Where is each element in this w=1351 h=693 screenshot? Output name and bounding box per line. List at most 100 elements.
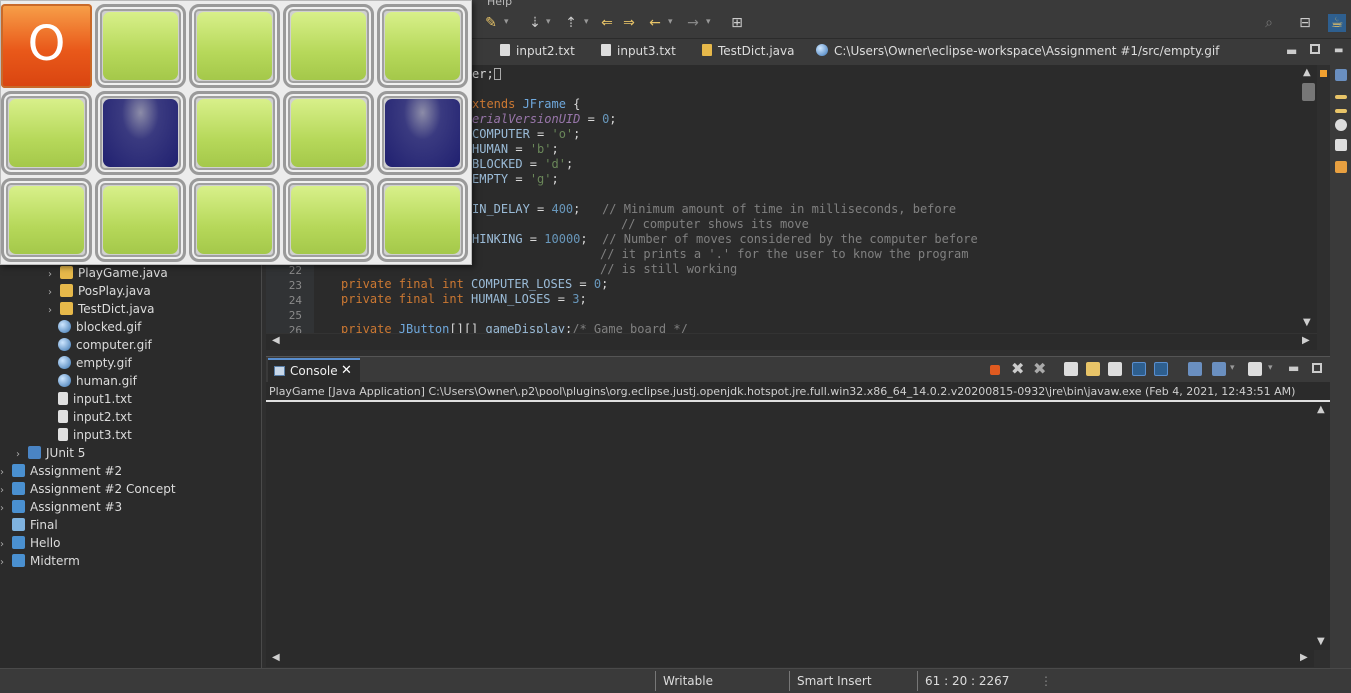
empty-tile[interactable] xyxy=(283,4,374,88)
blocked-tile[interactable] xyxy=(377,91,468,175)
scroll-up-icon[interactable]: ▲ xyxy=(1317,404,1325,415)
scroll-left-icon[interactable]: ◀ xyxy=(272,652,280,663)
tree-item[interactable]: computer.gif xyxy=(46,338,152,352)
warning-marker[interactable] xyxy=(1320,70,1327,77)
tree-item[interactable]: › Hello xyxy=(0,536,60,550)
tree-item[interactable]: › PlayGame.java xyxy=(48,266,168,280)
tree-item[interactable]: › Assignment #2 Concept xyxy=(0,482,176,496)
open-perspective-icon[interactable]: ⊟ xyxy=(1296,14,1314,32)
javadoc-icon[interactable] xyxy=(1335,119,1347,131)
task-list-icon[interactable] xyxy=(1335,109,1347,113)
java-perspective-icon[interactable]: ☕ xyxy=(1328,14,1346,32)
empty-tile[interactable] xyxy=(95,4,186,88)
minimize-icon[interactable]: ▬ xyxy=(1334,45,1343,56)
chevron-down-icon[interactable]: ▾ xyxy=(504,17,509,27)
scroll-up-icon[interactable]: ▲ xyxy=(1303,67,1311,78)
tree-item[interactable]: input2.txt xyxy=(46,410,132,424)
clear-console-icon[interactable] xyxy=(1064,362,1078,376)
highlight-icon[interactable]: ✎ xyxy=(482,14,500,32)
scroll-down-icon[interactable]: ▼ xyxy=(1317,636,1325,647)
status-more-icon[interactable]: ⋮ xyxy=(1040,674,1052,688)
tree-item[interactable]: › JUnit 5 xyxy=(16,446,85,460)
tree-item[interactable]: › Midterm xyxy=(0,554,80,568)
chevron-right-icon[interactable]: › xyxy=(0,503,12,514)
editor-horizontal-scrollbar[interactable]: ◀ ▶ xyxy=(266,333,1317,350)
remove-launch-icon[interactable]: ✖ xyxy=(1011,359,1024,378)
minimize-icon[interactable]: ▬ xyxy=(1286,44,1297,58)
show-on-stderr-icon[interactable] xyxy=(1154,362,1168,376)
tree-item[interactable]: blocked.gif xyxy=(46,320,141,334)
tree-item[interactable]: Final xyxy=(0,518,58,532)
chevron-right-icon[interactable]: › xyxy=(0,485,12,496)
show-on-stdout-icon[interactable] xyxy=(1132,362,1146,376)
scroll-right-icon[interactable]: ▶ xyxy=(1300,652,1308,663)
tree-item[interactable]: input3.txt xyxy=(46,428,132,442)
chevron-right-icon[interactable]: › xyxy=(48,269,60,280)
empty-tile[interactable] xyxy=(1,178,92,262)
tree-item[interactable]: › TestDict.java xyxy=(48,302,154,316)
last-edit-back-icon[interactable]: ⇐ xyxy=(598,14,616,32)
back-icon[interactable]: ← xyxy=(646,14,664,32)
remove-all-launches-icon[interactable]: ✖ xyxy=(1033,359,1046,378)
console-vertical-scrollbar[interactable]: ▲ ▼ xyxy=(1314,402,1330,650)
computer-tile[interactable]: O xyxy=(1,4,92,88)
pin-console-icon[interactable] xyxy=(1188,362,1202,376)
chevron-down-icon[interactable]: ▾ xyxy=(1268,363,1273,373)
tab-testdict-java[interactable]: TestDict.java xyxy=(702,44,794,58)
forward-icon[interactable]: → xyxy=(684,14,702,32)
status-cursor-position[interactable]: 61 : 20 : 2267 xyxy=(925,674,1009,688)
display-selected-console-icon[interactable] xyxy=(1212,362,1226,376)
scroll-down-icon[interactable]: ▼ xyxy=(1303,317,1311,328)
chevron-right-icon[interactable]: › xyxy=(0,539,12,550)
tree-item[interactable]: empty.gif xyxy=(46,356,132,370)
tab-empty-gif[interactable]: C:\Users\Owner\eclipse-workspace\Assignm… xyxy=(816,44,1219,58)
empty-tile[interactable] xyxy=(377,178,468,262)
terminate-icon[interactable] xyxy=(990,365,1000,375)
chevron-down-icon[interactable]: ▾ xyxy=(1230,363,1235,373)
declaration-icon[interactable] xyxy=(1335,139,1347,151)
empty-tile[interactable] xyxy=(283,91,374,175)
scroll-left-icon[interactable]: ◀ xyxy=(272,335,280,346)
tree-item[interactable]: human.gif xyxy=(46,374,137,388)
tab-input3-txt[interactable]: input3.txt xyxy=(601,44,676,58)
task-list-icon[interactable] xyxy=(1335,95,1347,99)
empty-tile[interactable] xyxy=(283,178,374,262)
next-annotation-icon[interactable]: ⇣ xyxy=(526,14,544,32)
chevron-right-icon[interactable]: › xyxy=(0,467,12,478)
tree-item[interactable]: input1.txt xyxy=(46,392,132,406)
empty-tile[interactable] xyxy=(377,4,468,88)
empty-tile[interactable] xyxy=(95,178,186,262)
empty-tile[interactable] xyxy=(189,178,280,262)
maximize-icon[interactable] xyxy=(1310,44,1320,54)
status-insert-mode[interactable]: Smart Insert xyxy=(797,674,872,688)
editor-vertical-scrollbar[interactable]: ▲ ▼ xyxy=(1300,65,1317,333)
close-icon[interactable]: ✕ xyxy=(341,363,352,378)
previous-annotation-icon[interactable]: ⇡ xyxy=(562,14,580,32)
search-icon[interactable]: ⌕ xyxy=(1260,14,1278,32)
tree-item[interactable]: › Assignment #2 xyxy=(0,464,122,478)
chevron-down-icon[interactable]: ▾ xyxy=(706,17,711,27)
chevron-right-icon[interactable]: › xyxy=(0,557,12,568)
scroll-right-icon[interactable]: ▶ xyxy=(1302,335,1310,346)
scroll-thumb[interactable] xyxy=(1302,83,1315,101)
empty-tile[interactable] xyxy=(1,91,92,175)
chevron-right-icon[interactable]: › xyxy=(48,305,60,316)
tab-console[interactable]: Console ✕ xyxy=(268,358,360,382)
chevron-right-icon[interactable]: › xyxy=(48,287,60,298)
open-console-icon[interactable] xyxy=(1248,362,1262,376)
chevron-down-icon[interactable]: ▾ xyxy=(668,17,673,27)
minimize-icon[interactable]: ▬ xyxy=(1288,361,1299,375)
menu-help[interactable]: Help xyxy=(487,0,512,8)
empty-tile[interactable] xyxy=(189,4,280,88)
problems-icon[interactable] xyxy=(1335,161,1347,173)
tab-input2-txt[interactable]: input2.txt xyxy=(500,44,575,58)
console-horizontal-scrollbar[interactable]: ◀ ▶ xyxy=(266,650,1314,667)
chevron-down-icon[interactable]: ▾ xyxy=(584,17,589,27)
blocked-tile[interactable] xyxy=(95,91,186,175)
tree-item[interactable]: › Assignment #3 xyxy=(0,500,122,514)
outline-icon[interactable] xyxy=(1335,69,1347,81)
empty-tile[interactable] xyxy=(189,91,280,175)
scroll-lock-icon[interactable] xyxy=(1086,362,1100,376)
word-wrap-icon[interactable] xyxy=(1108,362,1122,376)
pin-editor-icon[interactable]: ⊞ xyxy=(728,14,746,32)
